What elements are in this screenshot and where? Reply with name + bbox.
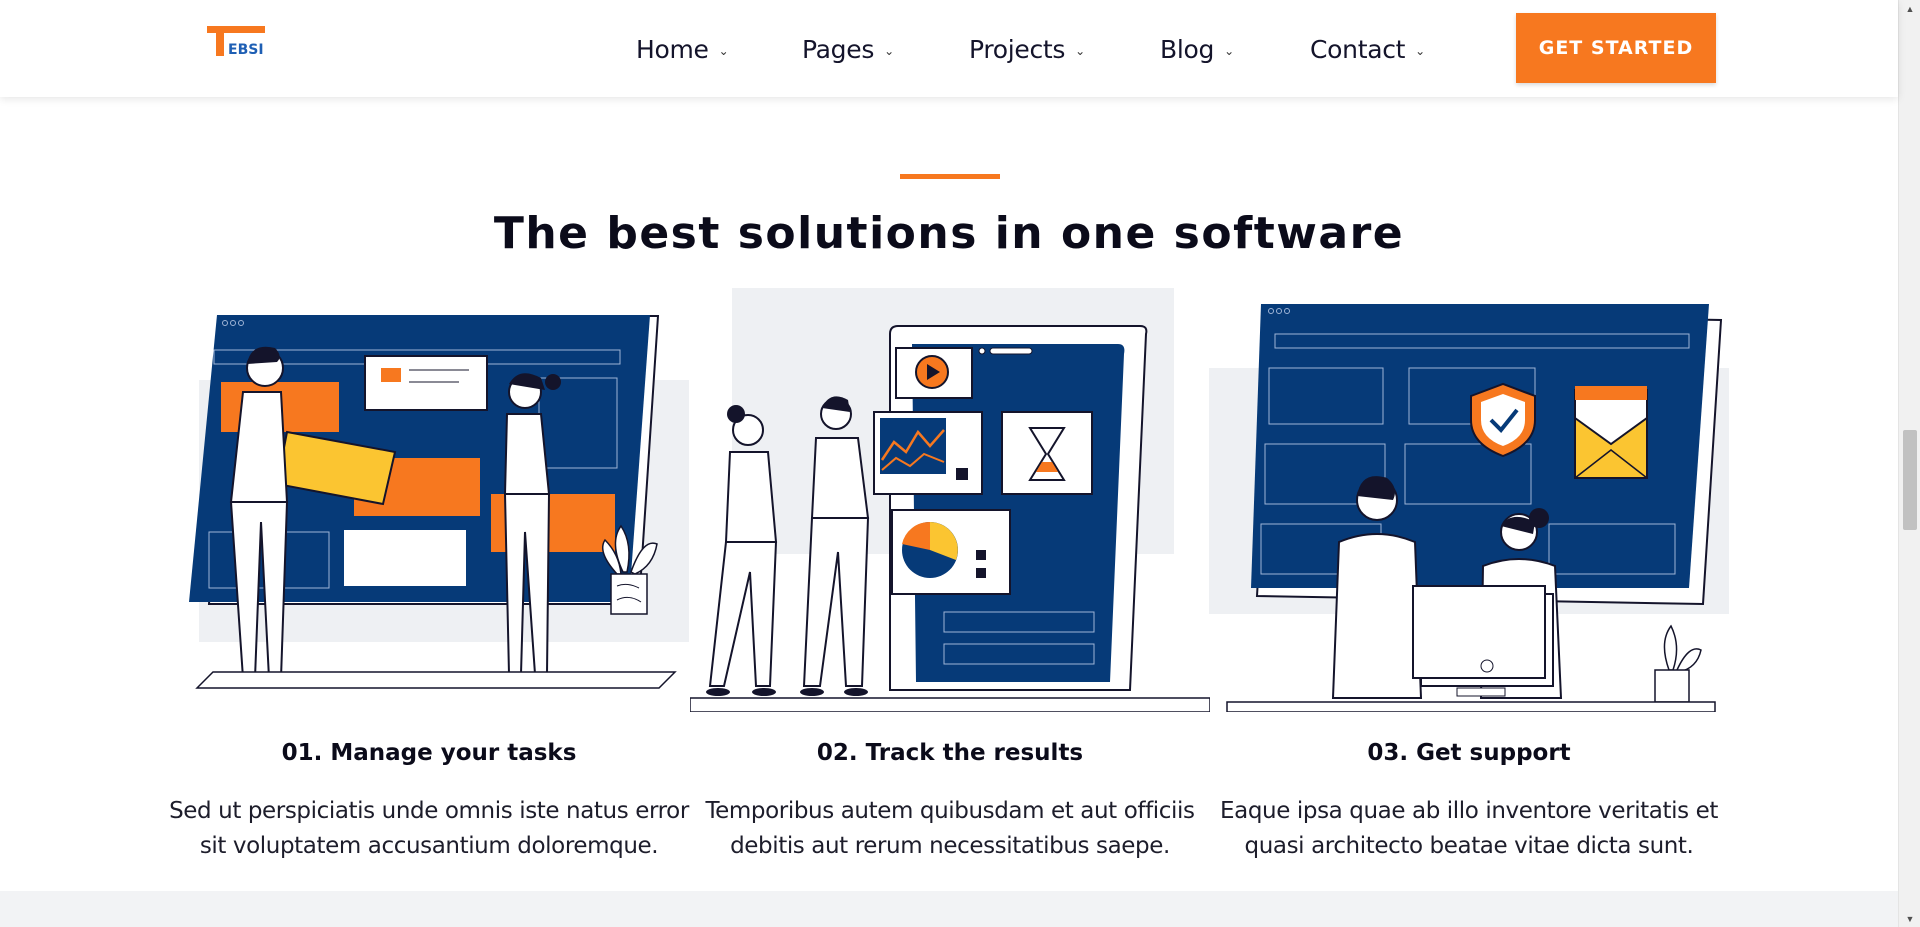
page-scrollbar[interactable]: ▲ ▼	[1898, 0, 1920, 927]
feature-text: Eaque ipsa quae ab illo inventore verita…	[1220, 798, 1718, 859]
scroll-down-arrow-icon[interactable]: ▼	[1899, 910, 1920, 927]
feature-card-support: 03. Get support Eaque ipsa quae ab illo …	[1209, 282, 1729, 862]
nav-item-pages[interactable]: Pages ⌄	[802, 34, 894, 64]
chevron-down-icon: ⌄	[1415, 44, 1425, 58]
feature-card-results: 02. Track the results Temporibus autem q…	[690, 282, 1210, 862]
chevron-down-icon: ⌄	[718, 44, 729, 58]
nav-label: Projects	[969, 34, 1066, 64]
feature-text: Temporibus autem quibusdam et aut offici…	[705, 798, 1195, 859]
analytics-phone-illustration	[690, 288, 1210, 712]
feature-title: 02. Track the results	[816, 740, 1084, 766]
chevron-down-icon: ⌄	[1224, 44, 1234, 58]
accent-divider	[900, 174, 1000, 179]
logo[interactable]: EBSI	[206, 24, 268, 58]
nav-item-home[interactable]: Home ⌄	[636, 34, 729, 64]
feature-text: Sed ut perspiciatis unde omnis iste natu…	[169, 798, 689, 859]
nav-label: Home	[636, 34, 709, 64]
feature-card-tasks: 01. Manage your tasks Sed ut perspiciati…	[169, 282, 689, 862]
support-screen-illustration	[1209, 304, 1729, 712]
logo-text: EBSI	[228, 42, 264, 58]
task-board-illustration	[189, 315, 689, 689]
nav-label: Blog	[1160, 34, 1215, 64]
nav-item-blog[interactable]: Blog ⌄	[1160, 34, 1234, 64]
feature-title: 03. Get support	[1367, 740, 1571, 766]
next-section-band	[0, 891, 1898, 927]
chevron-down-icon: ⌄	[1075, 44, 1085, 58]
section-title: The best solutions in one software	[493, 208, 1405, 259]
feature-title: 01. Manage your tasks	[281, 740, 577, 766]
chevron-down-icon: ⌄	[884, 44, 894, 58]
get-started-button[interactable]: GET STARTED	[1516, 13, 1716, 83]
nav-label: Contact	[1310, 34, 1406, 64]
scroll-up-arrow-icon[interactable]: ▲	[1899, 0, 1920, 17]
site-header: EBSI Home ⌄ Pages ⌄ Projects ⌄ Blog ⌄ Co…	[0, 0, 1898, 97]
scroll-thumb[interactable]	[1903, 430, 1917, 530]
nav-item-projects[interactable]: Projects ⌄	[969, 34, 1085, 64]
nav-label: Pages	[802, 34, 875, 64]
nav-item-contact[interactable]: Contact ⌄	[1310, 34, 1425, 64]
